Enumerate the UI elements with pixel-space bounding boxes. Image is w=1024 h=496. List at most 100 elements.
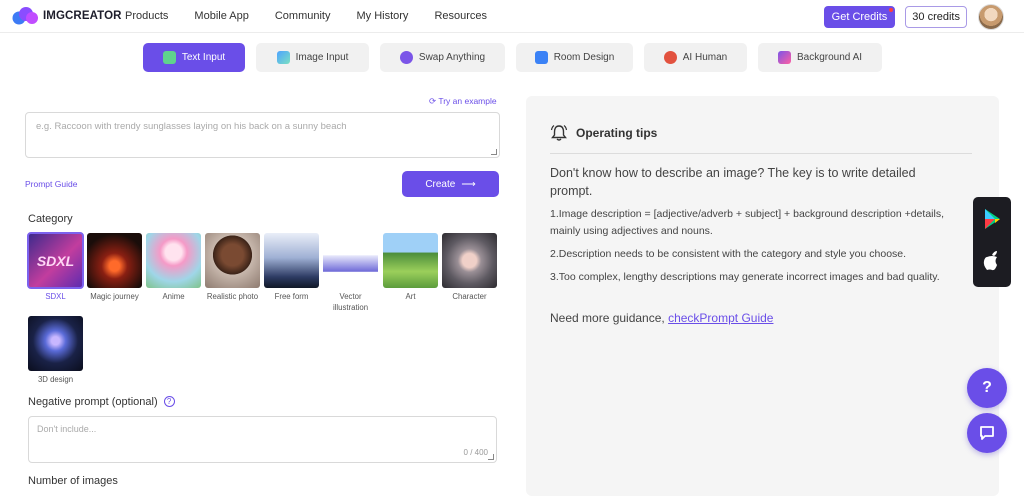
brand-name: IMGCREATOR [43,10,122,22]
chat-icon [980,426,994,440]
negative-placeholder: Don't include... [37,424,97,434]
operating-tips-panel: Operating tips Don't know how to describ… [526,96,999,496]
bell-icon [550,125,568,141]
help-button[interactable]: ? [967,368,1007,408]
category-thumbnail [264,233,319,288]
tab-label: Text Input [181,52,226,63]
category-label: Category [28,213,73,225]
human-icon [663,51,677,64]
refresh-icon: ⟳ [429,96,439,106]
prompt-textarea[interactable]: e.g. Raccoon with trendy sunglasses layi… [25,112,500,158]
resize-handle-icon[interactable] [491,149,497,155]
tab-ai-human[interactable]: AI Human [644,43,747,72]
tab-label: AI Human [682,52,728,63]
nav-resources[interactable]: Resources [434,10,487,22]
nav-products[interactable]: Products [125,10,168,22]
category-item-realistic-photo[interactable]: Realistic photo [205,233,260,302]
category-item-sdxl[interactable]: SDXL SDXL [27,232,84,302]
category-name: Magic journey [90,292,139,301]
mode-tabs: Text Input Image Input Swap Anything Roo… [143,43,882,72]
resize-handle-icon[interactable] [488,454,494,460]
help-circle-icon[interactable]: ? [163,396,175,407]
category-thumbnail [383,233,438,288]
category-name: SDXL [45,292,66,301]
question-icon: ? [982,379,992,396]
apple-icon[interactable] [973,242,1011,287]
main-nav: Products Mobile App Community My History… [125,10,487,22]
tip-1: 1.Image description = [adjective/adverb … [550,208,944,237]
category-thumbnail [28,316,83,371]
nav-my-history[interactable]: My History [356,10,408,22]
logo-icon [12,7,39,25]
create-label: Create [425,178,456,190]
tips-title-text: Operating tips [576,126,658,140]
tab-label: Swap Anything [418,52,486,63]
google-play-icon[interactable] [973,197,1011,242]
tab-background-ai[interactable]: Background AI [758,43,882,72]
more-guidance-text: Need more guidance, [550,311,669,325]
negative-prompt-label-text: Negative prompt (optional) [28,396,158,408]
character-counter: 0 / 400 [463,448,488,457]
tab-label: Image Input [295,52,349,63]
category-thumbnail [146,233,201,288]
category-name: Art [405,292,416,301]
tab-label: Room Design [553,52,615,63]
tab-image-input[interactable]: Image Input [256,43,369,72]
category-name: Free form [274,292,309,301]
user-avatar[interactable] [978,4,1004,30]
tab-label: Background AI [796,52,863,63]
category-thumbnail [442,233,497,288]
prompt-placeholder: e.g. Raccoon with trendy sunglasses layi… [36,121,347,132]
tips-intro: Don't know how to describe an image? The… [550,166,916,198]
tip-2: 2.Description needs to be consistent wit… [550,248,907,260]
tip-3: 3.Too complex, lengthy descriptions may … [550,271,940,283]
swap-icon [399,51,413,64]
tab-room-design[interactable]: Room Design [516,43,633,72]
nav-community[interactable]: Community [275,10,331,22]
chat-button[interactable] [967,413,1007,453]
nav-account-area: Get Credits 30 credits [823,4,1004,30]
create-button[interactable]: Create ⟶ [402,171,499,197]
image-icon [276,51,290,64]
try-example-link[interactable]: ⟳ Try an example [429,96,497,107]
category-item-magic-journey[interactable]: Magic journey [87,233,142,302]
number-of-images-label: Number of images [28,475,118,487]
get-credits-button[interactable]: Get Credits [823,6,896,28]
negative-prompt-textarea[interactable]: Don't include... 0 / 400 [28,416,497,463]
category-thumbnail [205,233,260,288]
get-credits-label: Get Credits [831,11,888,23]
category-item-vector-illustration[interactable]: Vector illustration [323,233,378,313]
category-name: 3D design [37,375,74,384]
category-name: Anime [162,292,185,301]
tab-text-input[interactable]: Text Input [143,43,245,72]
category-thumbnail [323,233,378,288]
category-thumbnail: SDXL [27,232,84,289]
sdxl-logo-icon: SDXL [36,252,75,269]
prompt-guide-link[interactable]: Prompt Guide [25,179,77,189]
tips-more-guidance: Need more guidance, checkPrompt Guide [550,309,960,327]
background-icon [777,51,791,64]
category-thumbnail [87,233,142,288]
top-navbar: IMGCREATOR Products Mobile App Community… [0,0,1024,33]
category-name: Realistic photo [206,292,259,301]
negative-prompt-label: Negative prompt (optional)? [28,396,175,408]
text-icon [162,51,176,64]
notification-dot [889,8,894,12]
category-item-art[interactable]: Art [383,233,438,302]
try-example-label: Try an example [438,96,497,106]
category-item-free-form[interactable]: Free form [264,233,319,302]
category-name: Vector illustration [332,292,369,312]
category-item-character[interactable]: Character [442,233,497,302]
nav-mobile-app[interactable]: Mobile App [194,10,248,22]
tab-swap-anything[interactable]: Swap Anything [380,43,505,72]
brand-logo[interactable]: IMGCREATOR [12,7,122,25]
app-store-panel [973,197,1011,287]
category-item-anime[interactable]: Anime [146,233,201,302]
credits-balance[interactable]: 30 credits [905,6,967,28]
arrow-right-icon: ⟶ [461,178,476,190]
room-icon [534,51,548,64]
tips-divider [550,153,972,154]
tips-heading: Operating tips [550,124,657,142]
check-prompt-guide-link[interactable]: checkPrompt Guide [668,311,773,325]
category-item-3d-design[interactable]: 3D design [28,316,83,385]
